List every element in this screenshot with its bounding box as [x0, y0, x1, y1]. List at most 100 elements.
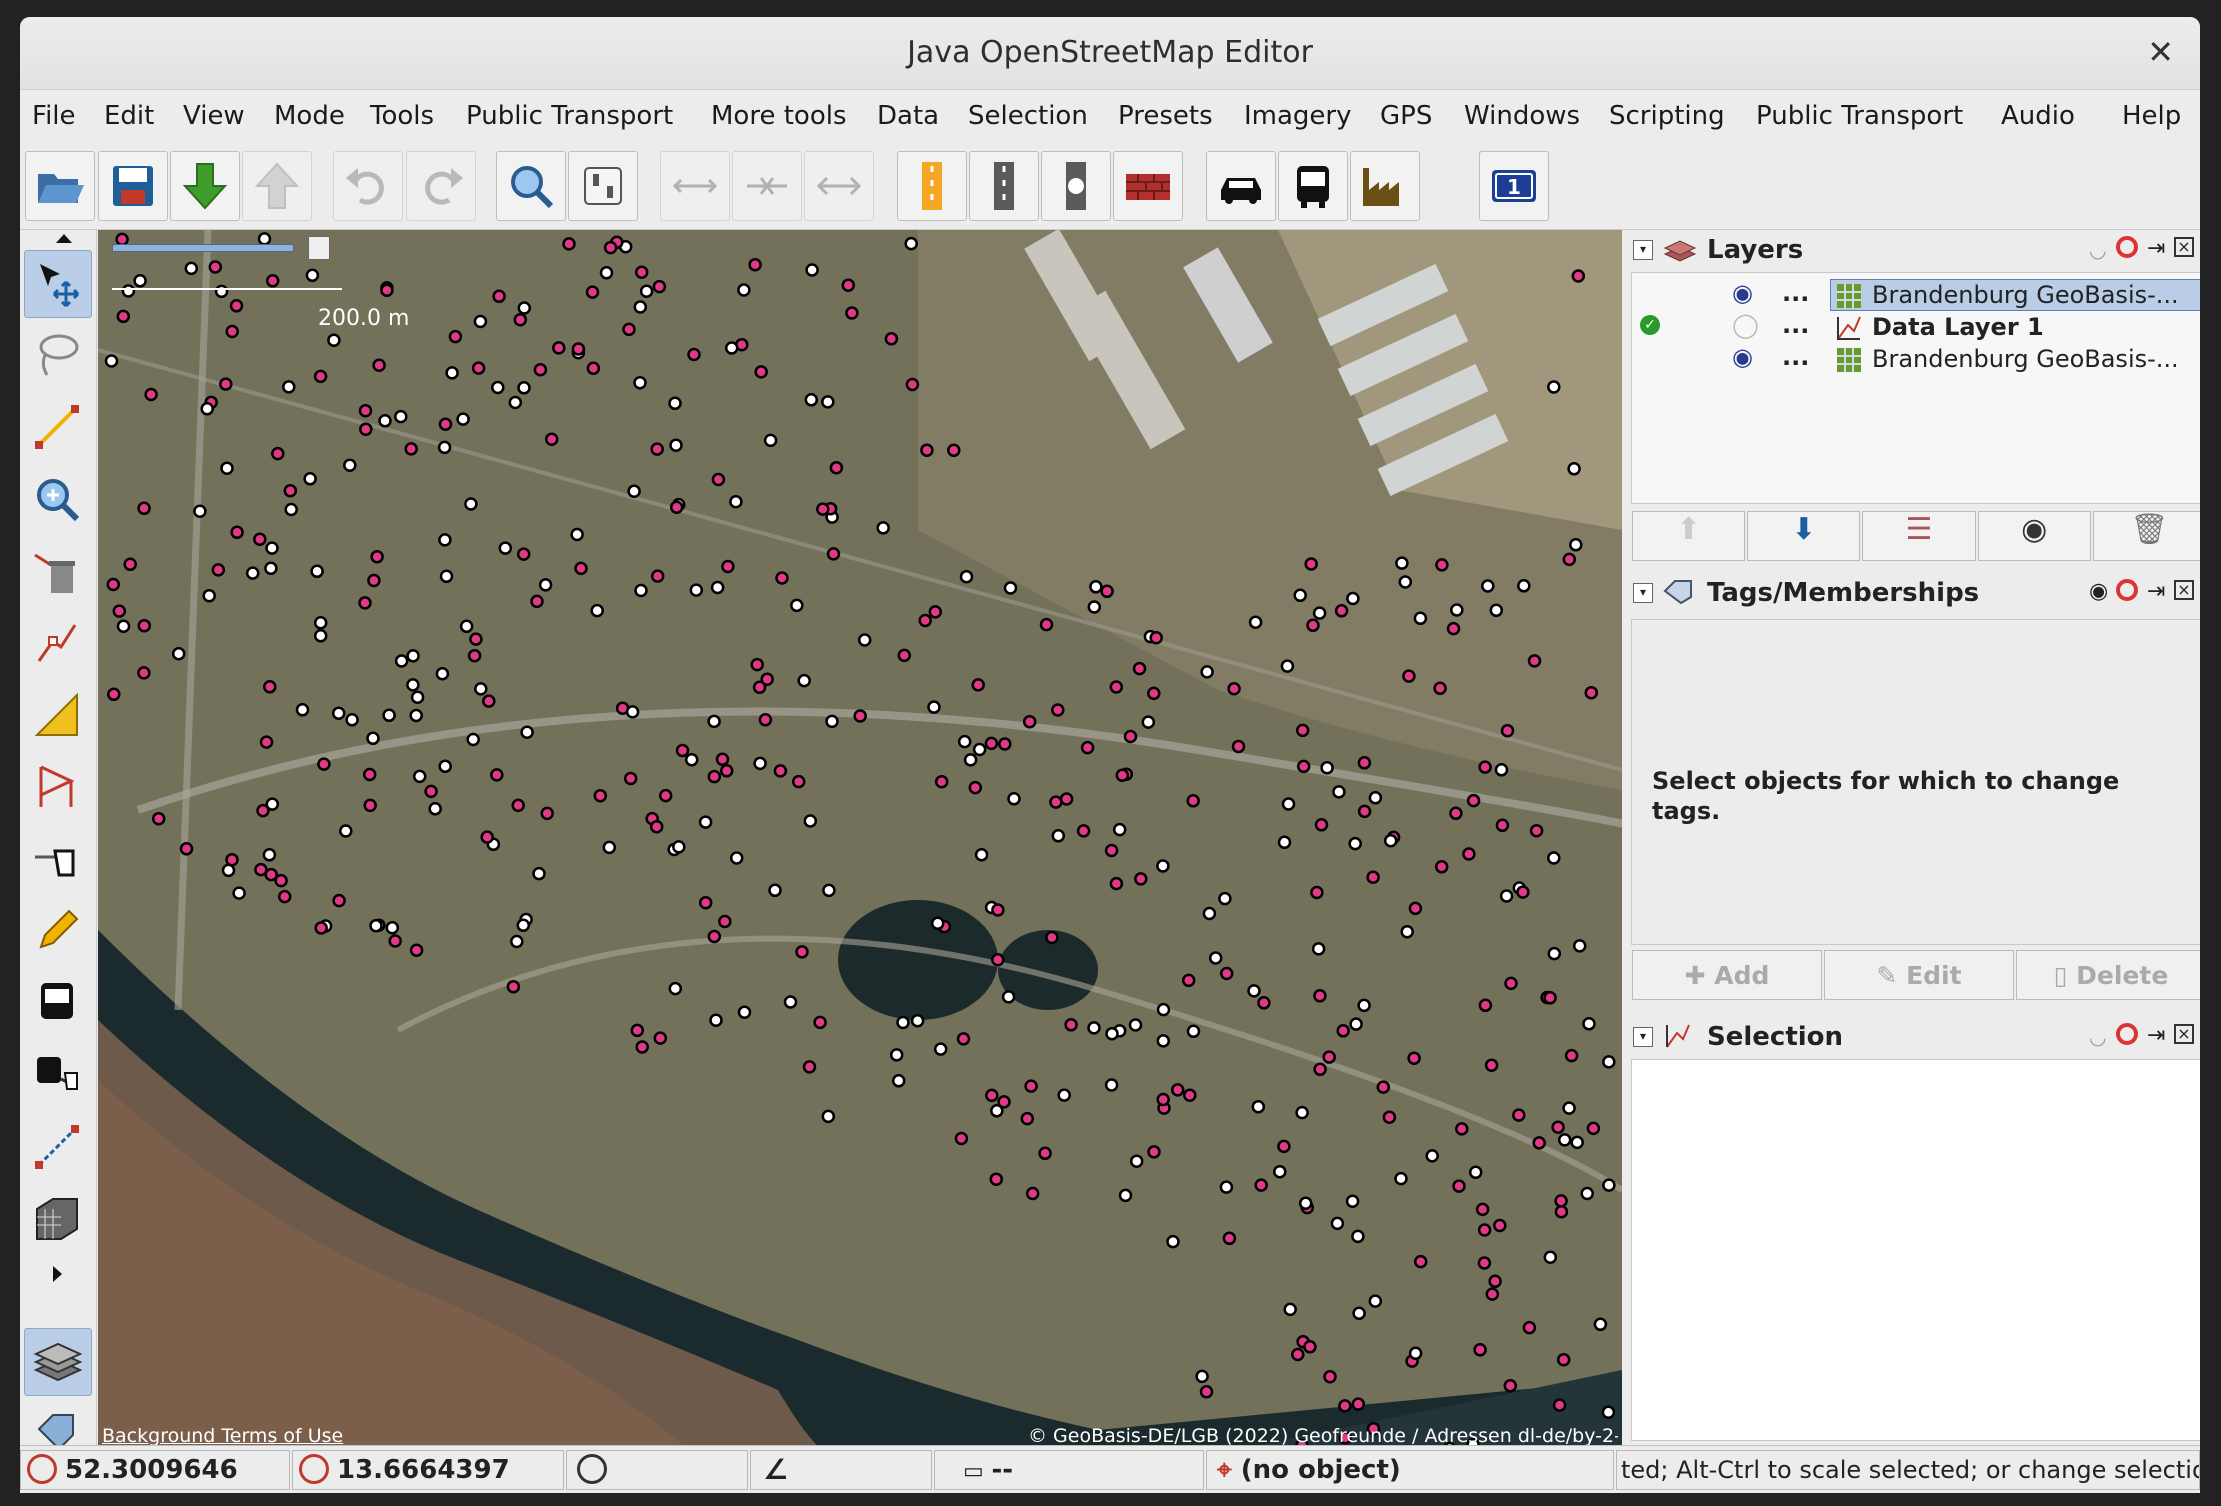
- map-node[interactable]: [1554, 1204, 1569, 1219]
- map-node[interactable]: [737, 283, 751, 297]
- map-node[interactable]: [1115, 768, 1130, 782]
- map-node[interactable]: [1493, 1218, 1507, 1233]
- map-node[interactable]: [1517, 579, 1531, 593]
- map-node[interactable]: [668, 981, 683, 996]
- map-node[interactable]: [985, 1088, 999, 1103]
- map-node[interactable]: [1007, 792, 1021, 806]
- map-node[interactable]: [1570, 1135, 1584, 1150]
- layer-row[interactable]: ◉ ... Brandenburg GeoBasis-...: [1632, 279, 2200, 311]
- map-node[interactable]: [910, 1013, 925, 1028]
- zoom-slider-track[interactable]: [112, 244, 294, 252]
- layer-options[interactable]: ...: [1782, 343, 1809, 371]
- map-node[interactable]: [783, 995, 798, 1009]
- improve-way-button[interactable]: [24, 610, 90, 676]
- map-node[interactable]: [1313, 989, 1327, 1003]
- map-node[interactable]: [876, 521, 890, 535]
- map-node[interactable]: [1076, 824, 1091, 838]
- map-node[interactable]: [829, 460, 844, 475]
- map-node[interactable]: [1304, 557, 1318, 571]
- map-node[interactable]: [106, 577, 121, 592]
- map-node[interactable]: [282, 380, 296, 394]
- map-node[interactable]: [1552, 1398, 1567, 1412]
- map-node[interactable]: [816, 502, 830, 516]
- map-node[interactable]: [1478, 998, 1493, 1013]
- map-view[interactable]: 200.0 m Background Terms of Use © GeoBas…: [98, 230, 1622, 1458]
- map-node[interactable]: [1200, 665, 1214, 679]
- map-node[interactable]: [388, 934, 402, 948]
- map-node[interactable]: [822, 883, 836, 898]
- save-button[interactable]: [98, 151, 168, 221]
- activate-layer-button[interactable]: ☰: [1862, 511, 1976, 561]
- map-node[interactable]: [1218, 891, 1232, 906]
- preset-car-button[interactable]: [1206, 151, 1276, 221]
- map-node[interactable]: [1109, 680, 1124, 694]
- map-node[interactable]: [516, 547, 531, 561]
- aerial-map-canvas[interactable]: [98, 230, 1622, 1458]
- zoom-slider-thumb[interactable]: [308, 236, 330, 260]
- map-node[interactable]: [378, 414, 392, 428]
- map-node[interactable]: [394, 409, 408, 424]
- map-node[interactable]: [1280, 659, 1295, 673]
- map-node[interactable]: [295, 703, 310, 717]
- map-node[interactable]: [1394, 1171, 1408, 1186]
- map-node[interactable]: [552, 341, 566, 355]
- eye-icon[interactable]: ◡: [2089, 1025, 2106, 1049]
- map-node[interactable]: [317, 757, 331, 771]
- map-node[interactable]: [184, 261, 199, 276]
- map-node[interactable]: [435, 666, 450, 681]
- map-node[interactable]: [1602, 1055, 1616, 1069]
- map-node[interactable]: [1556, 1352, 1571, 1367]
- map-node[interactable]: [1351, 1229, 1365, 1244]
- delete-mode-button[interactable]: [24, 538, 90, 604]
- menu-edit[interactable]: Edit: [104, 101, 154, 131]
- map-node[interactable]: [367, 573, 381, 588]
- map-node[interactable]: [253, 532, 267, 546]
- map-node[interactable]: [467, 648, 482, 663]
- map-node[interactable]: [1109, 876, 1124, 891]
- map-node[interactable]: [1141, 715, 1156, 729]
- move-up-button[interactable]: ⬆: [1632, 511, 1746, 561]
- menu-public-transport-2[interactable]: Public Transport: [1756, 101, 1963, 131]
- map-node[interactable]: [1105, 1026, 1119, 1041]
- map-node[interactable]: [1586, 1121, 1601, 1136]
- map-node[interactable]: [758, 713, 773, 727]
- map-node[interactable]: [1128, 1018, 1143, 1032]
- map-node[interactable]: [959, 569, 974, 584]
- map-node[interactable]: [448, 329, 463, 344]
- map-node[interactable]: [1395, 556, 1409, 570]
- upload-button[interactable]: [242, 151, 312, 221]
- map-node[interactable]: [1489, 603, 1504, 618]
- add-tag-button[interactable]: ✚ Add: [1632, 950, 1822, 1000]
- map-node[interactable]: [1348, 836, 1362, 851]
- preset-roundabout-button[interactable]: [1041, 151, 1111, 221]
- map-node[interactable]: [897, 648, 912, 663]
- map-node[interactable]: [1516, 885, 1530, 899]
- map-node[interactable]: [331, 706, 346, 720]
- map-node[interactable]: [1334, 604, 1349, 618]
- map-node[interactable]: [225, 852, 239, 867]
- map-node[interactable]: [963, 753, 978, 767]
- map-node[interactable]: [123, 557, 137, 572]
- menu-gps[interactable]: GPS: [1380, 101, 1432, 131]
- map-node[interactable]: [1357, 756, 1372, 770]
- map-node[interactable]: [517, 301, 532, 315]
- map-node[interactable]: [904, 236, 918, 251]
- map-node[interactable]: [639, 284, 654, 298]
- map-node[interactable]: [707, 714, 721, 729]
- map-node[interactable]: [650, 569, 665, 583]
- map-node[interactable]: [1485, 1287, 1500, 1301]
- map-node[interactable]: [445, 366, 459, 380]
- map-node[interactable]: [1024, 1079, 1038, 1093]
- map-node[interactable]: [412, 769, 427, 784]
- map-node[interactable]: [1338, 1399, 1352, 1413]
- map-node[interactable]: [634, 583, 648, 598]
- map-node[interactable]: [530, 594, 544, 609]
- eye-hidden-icon[interactable]: ◯: [1732, 311, 1759, 339]
- map-node[interactable]: [438, 417, 453, 431]
- map-node[interactable]: [715, 752, 730, 767]
- map-node[interactable]: [538, 578, 553, 592]
- map-node[interactable]: [370, 549, 384, 564]
- map-node[interactable]: [698, 815, 713, 829]
- map-node[interactable]: [540, 806, 554, 821]
- map-node[interactable]: [570, 527, 584, 542]
